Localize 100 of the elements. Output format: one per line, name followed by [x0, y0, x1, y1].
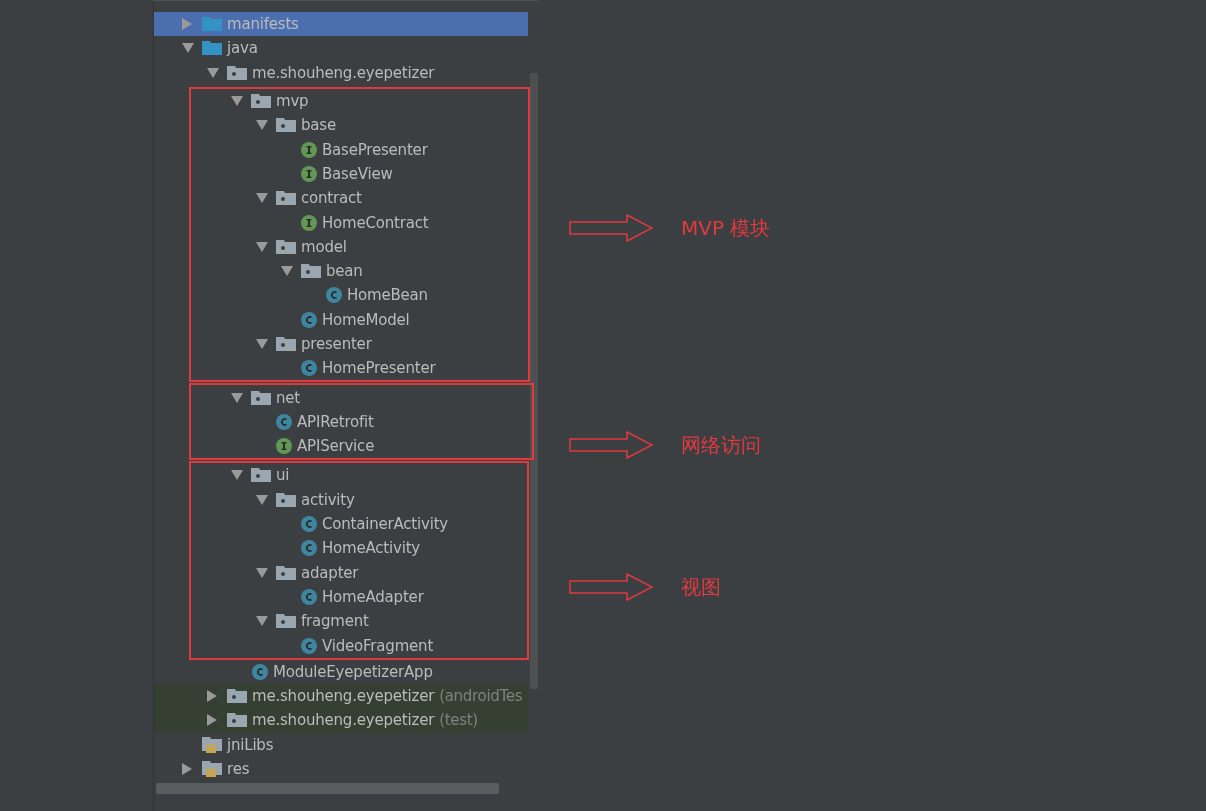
- class-icon: [301, 637, 317, 654]
- tree-item-label: HomeContract: [322, 213, 429, 232]
- tree-item-label: net: [276, 388, 301, 407]
- expand-arrow-icon[interactable]: [231, 392, 243, 403]
- tree-item[interactable]: jniLibs: [154, 732, 528, 757]
- tree-item-label: contract: [301, 189, 362, 208]
- package-folder-icon: [301, 264, 321, 279]
- tree-item-label: HomeModel: [322, 310, 410, 329]
- scrollbar[interactable]: [530, 73, 538, 689]
- expand-arrow-icon[interactable]: [256, 193, 268, 204]
- tree-item[interactable]: bean: [191, 258, 528, 284]
- expand-arrow-icon[interactable]: [256, 241, 268, 252]
- scrollbar[interactable]: [156, 783, 499, 795]
- annotation-label: 网络访问: [681, 432, 761, 459]
- tree-item-label: HomePresenter: [322, 359, 436, 378]
- tree-item[interactable]: fragment: [191, 609, 527, 634]
- tree-item[interactable]: HomeModel: [191, 307, 528, 332]
- annotation-label: 视图: [681, 574, 721, 601]
- interface-icon: [301, 165, 317, 182]
- tree-item-label: APIService: [297, 437, 375, 456]
- tree-item-label: me.shouheng.eyepetizer: [252, 687, 435, 706]
- package-folder-icon: [251, 390, 271, 405]
- package-folder-icon: [276, 239, 296, 254]
- tree-item-label: HomeAdapter: [322, 587, 424, 606]
- tree-item[interactable]: me.shouheng.eyepetizer (test): [154, 708, 528, 733]
- tree-item[interactable]: BasePresenter: [191, 137, 528, 162]
- tree-item-label: ui: [276, 466, 290, 485]
- class-icon: [276, 413, 292, 430]
- tree-item[interactable]: adapter: [191, 560, 527, 585]
- library-folder-icon: [202, 736, 222, 753]
- tree-item-label: HomeBean: [347, 286, 428, 305]
- tree-item[interactable]: ContainerActivity: [191, 511, 527, 537]
- tree-item[interactable]: HomeAdapter: [191, 584, 527, 610]
- tree-item[interactable]: java: [154, 36, 528, 61]
- expand-arrow-icon[interactable]: [231, 470, 243, 481]
- tree-item[interactable]: HomeBean: [191, 283, 528, 308]
- tree-item[interactable]: APIService: [191, 434, 532, 459]
- tree-item[interactable]: contract: [191, 186, 528, 211]
- package-folder-icon: [276, 118, 296, 133]
- expand-arrow-icon[interactable]: [256, 494, 268, 505]
- tree-item-label: me.shouheng.eyepetizer: [252, 711, 435, 730]
- folder-icon: [202, 17, 222, 32]
- tree-item-label: fragment: [301, 612, 369, 631]
- tree-item[interactable]: APIRetrofit: [191, 409, 532, 435]
- class-icon: [301, 360, 317, 377]
- tree-item-label: base: [301, 116, 336, 135]
- tree-item[interactable]: VideoFragment: [191, 633, 527, 658]
- expand-arrow-icon[interactable]: [231, 96, 243, 107]
- tree-item[interactable]: HomeContract: [191, 210, 528, 235]
- interface-icon: [301, 214, 317, 231]
- package-folder-icon: [276, 565, 296, 580]
- tree-item-label: VideoFragment: [322, 636, 434, 655]
- tree-item-label: BasePresenter: [322, 140, 428, 159]
- tree-item[interactable]: mvp: [191, 88, 528, 114]
- tree-item-label: java: [227, 39, 258, 58]
- expand-arrow-icon[interactable]: [207, 67, 219, 78]
- class-icon: [326, 287, 342, 304]
- tree-item-label: BaseView: [322, 164, 393, 183]
- tree-item-label: adapter: [301, 563, 359, 582]
- expand-arrow-icon[interactable]: [256, 567, 268, 578]
- tree-item[interactable]: net: [191, 385, 532, 410]
- expand-arrow-icon[interactable]: [182, 43, 194, 54]
- hollow-arrow-icon: [569, 214, 653, 242]
- package-folder-icon: [276, 337, 296, 351]
- tree-item[interactable]: HomeActivity: [191, 536, 527, 561]
- tree-item-label: res: [227, 760, 250, 779]
- collapse-arrow-icon[interactable]: [207, 690, 217, 703]
- collapse-arrow-icon[interactable]: [207, 714, 217, 727]
- tree-item-label: activity: [301, 490, 355, 509]
- tree-item[interactable]: base: [191, 113, 528, 138]
- tree-item[interactable]: ModuleEyepetizerApp: [154, 659, 528, 684]
- source-set-label: (androidTes: [439, 687, 523, 706]
- expand-arrow-icon[interactable]: [281, 266, 293, 277]
- tree-item[interactable]: activity: [191, 487, 527, 512]
- collapse-arrow-icon[interactable]: [182, 763, 192, 776]
- annotation-label: MVP 模块: [681, 215, 771, 242]
- tree-item-label: mvp: [276, 92, 309, 111]
- interface-icon: [276, 438, 292, 455]
- tree-item[interactable]: HomePresenter: [191, 356, 528, 381]
- tree-item-label: HomeActivity: [322, 539, 420, 558]
- expand-arrow-icon[interactable]: [256, 339, 268, 349]
- hollow-arrow-icon: [569, 573, 653, 601]
- package-folder-icon: [227, 689, 247, 704]
- expand-arrow-icon[interactable]: [256, 120, 268, 131]
- package-folder-icon: [227, 65, 247, 80]
- tree-item[interactable]: me.shouheng.eyepetizer (androidTes: [154, 684, 528, 709]
- class-icon: [301, 516, 317, 533]
- tree-item-label: APIRetrofit: [297, 412, 374, 431]
- tree-item[interactable]: me.shouheng.eyepetizer: [154, 60, 528, 85]
- tree-item-label: jniLibs: [227, 735, 274, 754]
- tree-item[interactable]: presenter: [191, 331, 528, 357]
- tree-item[interactable]: BaseView: [191, 161, 528, 187]
- package-folder-icon: [276, 614, 296, 629]
- tree-item[interactable]: res: [154, 756, 528, 782]
- package-folder-icon: [276, 492, 296, 507]
- tree-item-label: model: [301, 237, 347, 256]
- tree-item-label: bean: [326, 262, 363, 281]
- tree-item[interactable]: model: [191, 234, 528, 259]
- expand-arrow-icon[interactable]: [256, 616, 268, 627]
- tree-item[interactable]: ui: [191, 463, 527, 488]
